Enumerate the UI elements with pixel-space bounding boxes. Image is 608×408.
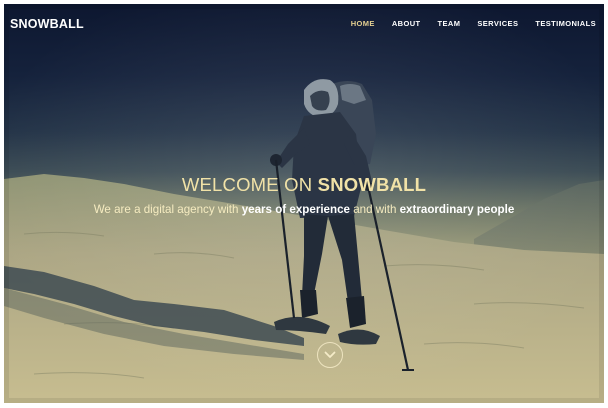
nav-item-about[interactable]: ABOUT xyxy=(392,19,421,28)
hero-subtitle-part1: We are a digital agency with xyxy=(93,203,242,216)
nav-item-home[interactable]: HOME xyxy=(351,19,375,28)
hero-subtitle: We are a digital agency with years of ex… xyxy=(4,203,604,216)
brand-logo[interactable]: SNOWBALL xyxy=(10,17,84,31)
hero-title-prefix: WELCOME ON xyxy=(181,174,318,195)
main-nav: HOME ABOUT TEAM SERVICES TESTIMONIALS xyxy=(351,19,596,28)
hero-subtitle-bold2: extraordinary people xyxy=(399,203,515,216)
scroll-down-button[interactable] xyxy=(317,342,343,368)
hero-subtitle-bold1: years of experience xyxy=(241,203,350,216)
chevron-down-icon xyxy=(324,351,336,358)
hero-subtitle-part2: and with xyxy=(349,203,400,216)
hero-title-highlight: SNOWBALL xyxy=(317,174,427,195)
nav-item-services[interactable]: SERVICES xyxy=(477,19,518,28)
hero-section: SNOWBALL HOME ABOUT TEAM SERVICES TESTIM… xyxy=(4,4,604,403)
nav-item-testimonials[interactable]: TESTIMONIALS xyxy=(535,19,596,28)
nav-item-team[interactable]: TEAM xyxy=(438,19,461,28)
hero-title: WELCOME ON SNOWBALL xyxy=(4,174,604,196)
